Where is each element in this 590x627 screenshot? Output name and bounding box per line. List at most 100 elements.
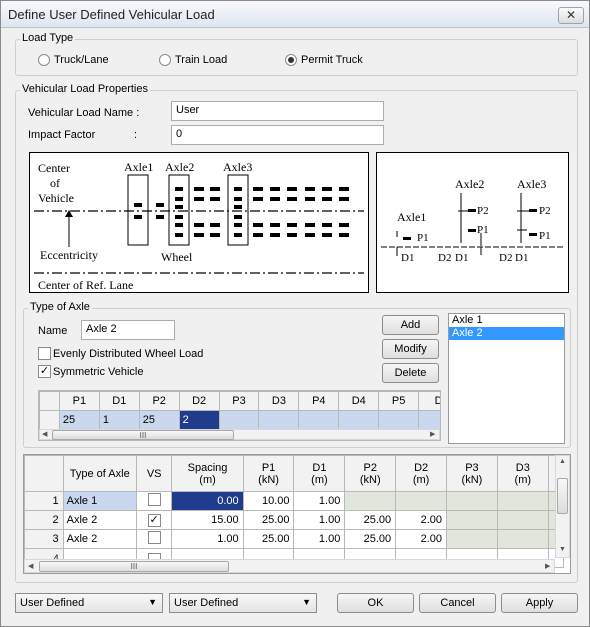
wheel-grid-scroll-thumb[interactable]: III — [52, 430, 234, 440]
cell-p2[interactable]: 25 — [138, 410, 180, 430]
cell-d1[interactable]: 1.00 — [293, 491, 346, 511]
cell-d2-selected[interactable]: 2 — [178, 410, 220, 430]
scroll-left-icon[interactable]: ◀ — [42, 430, 47, 438]
cell-d3[interactable] — [258, 410, 300, 430]
hdr-spacing-unit: (m) — [199, 473, 216, 486]
ok-button[interactable]: OK — [337, 593, 414, 613]
modify-button[interactable]: Modify — [382, 339, 439, 359]
cell-p1[interactable]: 25.00 — [242, 510, 295, 530]
row-number: 3 — [24, 529, 64, 549]
cell-p3[interactable] — [446, 491, 498, 511]
radio-train-load[interactable] — [159, 54, 171, 66]
table-row[interactable]: 2 Axle 2 ✓ 15.00 25.00 1.00 25.00 2.00 — [24, 510, 565, 530]
scroll-right-icon[interactable]: ▶ — [545, 562, 550, 570]
chevron-down-icon: ▼ — [148, 597, 157, 607]
main-grid-vscroll-thumb[interactable] — [557, 478, 568, 514]
cell-spacing[interactable]: 1.00 — [171, 529, 244, 549]
truck-lane-label[interactable]: Truck/Lane — [54, 54, 109, 66]
evenly-distributed-label[interactable]: Evenly Distributed Wheel Load — [53, 348, 203, 360]
cell-p3[interactable] — [446, 529, 498, 549]
scroll-right-icon[interactable]: ▶ — [430, 430, 435, 438]
cancel-button[interactable]: Cancel — [419, 593, 496, 613]
symmetric-vehicle-label[interactable]: Symmetric Vehicle — [53, 366, 143, 378]
axle-list-item-selected[interactable]: Axle 2 — [449, 327, 564, 340]
hdr-p3-unit: (kN) — [461, 473, 483, 486]
cell-p3[interactable] — [218, 410, 260, 430]
load-name-input[interactable]: User — [171, 101, 384, 121]
cell-d3[interactable] — [496, 529, 549, 549]
cell-p4[interactable] — [298, 410, 340, 430]
cell-d1[interactable]: 1.00 — [293, 510, 346, 530]
cell-d1[interactable]: 1.00 — [293, 529, 346, 549]
cell-p2[interactable] — [344, 491, 397, 511]
cell-d2[interactable] — [395, 491, 448, 511]
scroll-up-icon[interactable]: ▲ — [559, 458, 566, 465]
apply-button[interactable]: Apply — [501, 593, 578, 613]
cell-d2[interactable]: 2.00 — [395, 510, 448, 530]
cell-spacing-selected[interactable]: 0.00 — [171, 491, 244, 511]
r-axle2-p2: P2 — [477, 205, 489, 217]
cell-type[interactable]: Axle 2 — [62, 510, 137, 530]
scroll-left-icon[interactable]: ◀ — [28, 562, 33, 570]
radio-permit-truck[interactable] — [285, 54, 297, 66]
cell-p2[interactable]: 25.00 — [344, 510, 397, 530]
delete-button[interactable]: Delete — [382, 363, 439, 383]
r-axle1-p1: P1 — [417, 232, 429, 244]
cell-type[interactable]: Axle 2 — [62, 529, 137, 549]
cell-type[interactable]: Axle 1 — [62, 491, 137, 511]
cell-p1[interactable]: 10.00 — [242, 491, 295, 511]
radio-truck-lane[interactable] — [38, 54, 50, 66]
main-grid-hscroll-thumb[interactable]: III — [39, 561, 229, 572]
table-row[interactable]: 1 Axle 1 0.00 10.00 1.00 — [24, 491, 565, 511]
axle1-box — [127, 174, 149, 246]
wheel-grid-hscrollbar[interactable]: ◀ III ▶ — [39, 429, 440, 440]
center-label: Center — [38, 161, 70, 175]
unit-length-combo[interactable]: User Defined ▼ — [169, 593, 317, 613]
wheel-marks — [134, 187, 349, 237]
main-grid-hscrollbar[interactable]: ◀ III ▶ — [24, 559, 555, 573]
cell-vs[interactable]: ✓ — [135, 510, 173, 530]
cell-d3[interactable] — [496, 510, 549, 530]
axle-name-input[interactable]: Axle 2 — [81, 320, 175, 340]
main-grid-vscrollbar[interactable]: ▲ ▼ — [555, 455, 570, 558]
cell-d2[interactable]: 2.00 — [395, 529, 448, 549]
cell-p5[interactable] — [378, 410, 420, 430]
permit-truck-label[interactable]: Permit Truck — [301, 54, 363, 66]
cell-p3[interactable] — [446, 510, 498, 530]
vs-checkbox-checked[interactable]: ✓ — [147, 513, 161, 527]
unit-force-combo[interactable]: User Defined ▼ — [15, 593, 163, 613]
table-row[interactable]: 3 Axle 2 1.00 25.00 1.00 25.00 2.00 — [24, 529, 565, 549]
cell-p1[interactable]: 25.00 — [242, 529, 295, 549]
cell-p1[interactable]: 25 — [58, 410, 100, 430]
cell-d5[interactable] — [418, 410, 440, 430]
main-header-row: Type of Axle VS Spacing (m) P1 (kN) D1 (m) … — [24, 455, 565, 492]
cell-d4[interactable] — [338, 410, 380, 430]
impact-factor-input[interactable]: 0 — [171, 125, 384, 145]
hdr-d1-unit: (m) — [311, 473, 328, 486]
train-load-label[interactable]: Train Load — [175, 54, 227, 66]
cell-d1[interactable]: 1 — [98, 410, 140, 430]
vs-checkbox[interactable] — [147, 531, 161, 544]
load-name-label: Vehicular Load Name : — [28, 107, 140, 119]
load-type-label: Load Type — [20, 32, 76, 44]
evenly-distributed-checkbox[interactable] — [38, 347, 51, 360]
cell-p2[interactable]: 25.00 — [344, 529, 397, 549]
cell-d3[interactable] — [496, 491, 549, 511]
impact-factor-label: Impact Factor — [28, 129, 96, 141]
close-button[interactable]: ✕ — [558, 7, 584, 24]
hdr-spacing: Spacing (m) — [171, 455, 244, 492]
cell-vs[interactable] — [135, 491, 173, 511]
col-header-p3: P3 — [218, 391, 260, 411]
symmetric-vehicle-checkbox[interactable]: ✓ — [38, 365, 51, 378]
axle-list-item[interactable]: Axle 1 — [449, 314, 564, 327]
cell-spacing[interactable]: 15.00 — [171, 510, 244, 530]
vs-checkbox[interactable] — [147, 493, 161, 506]
cell-vs[interactable] — [135, 529, 173, 549]
axle-load-diagram: Axle2 Axle3 Axle1 P1 P2 P1 P2 P1 D1 D2 D… — [376, 152, 569, 293]
axle-listbox[interactable]: Axle 1 Axle 2 — [448, 313, 565, 444]
scroll-down-icon[interactable]: ▼ — [559, 546, 566, 553]
col-header-d1: D1 — [98, 391, 140, 411]
axle-spacing-table: Type of Axle VS Spacing (m) P1 (kN) D1 (m) … — [24, 455, 565, 568]
add-button[interactable]: Add — [382, 315, 439, 335]
wheel-load-row: 25 1 25 2 — [39, 410, 440, 430]
